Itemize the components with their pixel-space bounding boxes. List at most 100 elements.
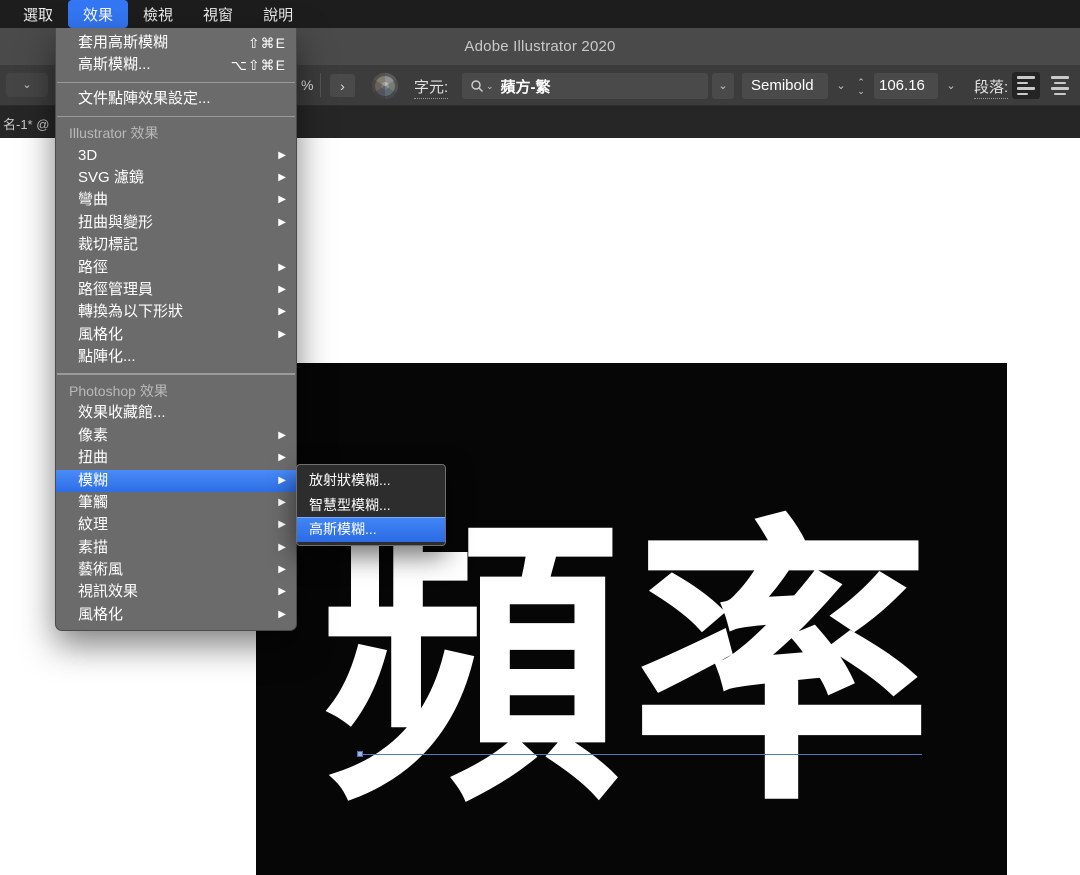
- menubar-item-2[interactable]: 檢視: [128, 0, 188, 28]
- chevron-down-icon: ⌄: [22, 78, 32, 91]
- menu-item-label: 藝術風: [78, 561, 124, 579]
- menu-item-0[interactable]: 套用高斯模糊 ⇧⌘E: [56, 32, 296, 54]
- artboard-text[interactable]: 頻率: [256, 363, 1007, 875]
- menu-item-11[interactable]: 路徑 ▶: [56, 257, 296, 279]
- menu-item-label: 素描: [78, 538, 109, 556]
- font-size-stepper[interactable]: ⌃ ⌄: [852, 73, 870, 99]
- submenu-arrow-icon: ▶: [278, 564, 286, 576]
- submenu-arrow-icon: ▶: [278, 496, 286, 508]
- menu-item-10[interactable]: 裁切標記: [56, 234, 296, 256]
- menubar-item-4[interactable]: 說明: [248, 0, 308, 28]
- menu-item-13[interactable]: 轉換為以下形狀 ▶: [56, 301, 296, 323]
- menu-item-label: 轉換為以下形狀: [78, 303, 184, 321]
- submenu-arrow-icon: ▶: [278, 306, 286, 318]
- font-size-value: 106.16: [879, 77, 925, 94]
- blur-submenu: 放射狀模糊... 智慧型模糊... 高斯模糊...: [296, 464, 446, 546]
- submenu-arrow-icon: ▶: [278, 194, 286, 206]
- menu-separator: [57, 373, 295, 375]
- submenu-arrow-icon: ▶: [278, 586, 286, 598]
- submenu-arrow-icon: ▶: [278, 519, 286, 531]
- menubar-item-1[interactable]: 效果: [68, 0, 129, 28]
- menu-item-26[interactable]: 視訊效果 ▶: [56, 581, 296, 603]
- menu-item-8[interactable]: 彎曲 ▶: [56, 189, 296, 211]
- menu-item-14[interactable]: 風格化 ▶: [56, 324, 296, 346]
- chevron-right-icon: ›: [340, 77, 345, 94]
- menubar: 選取 效果 檢視 視窗 說明: [0, 0, 1080, 28]
- font-style-input[interactable]: Semibold: [742, 73, 828, 99]
- anchor-point[interactable]: [357, 751, 363, 757]
- artboard[interactable]: 頻率: [256, 363, 1007, 875]
- submenu-item-1[interactable]: 智慧型模糊...: [297, 493, 445, 518]
- window-title: Adobe Illustrator 2020: [464, 38, 616, 55]
- submenu-item-2[interactable]: 高斯模糊...: [297, 517, 445, 542]
- illustrator-window: 選取 效果 檢視 視窗 說明 Adobe Illustrator 2020 ⌄ % › …: [0, 0, 1080, 875]
- menu-item-22[interactable]: 筆觸 ▶: [56, 492, 296, 514]
- text-baseline-selection[interactable]: [360, 754, 922, 755]
- paragraph-panel-link[interactable]: 段落:: [974, 76, 1009, 99]
- menu-item-15[interactable]: 點陣化...: [56, 346, 296, 368]
- menu-item-label: 像素: [78, 426, 109, 444]
- align-left-icon[interactable]: [1012, 72, 1040, 99]
- character-panel-link[interactable]: 字元:: [414, 76, 449, 99]
- menubar-item-0[interactable]: 選取: [8, 0, 68, 28]
- menu-item-label: 風格化: [78, 605, 124, 623]
- align-center-icon[interactable]: [1046, 72, 1074, 99]
- menu-item-shortcut: ⌥⇧⌘E: [230, 57, 286, 74]
- menu-section-header: Photoshop 效果: [69, 382, 168, 399]
- submenu-arrow-icon: ▶: [278, 149, 286, 161]
- menu-item-label: 套用高斯模糊: [78, 34, 169, 51]
- font-size-input[interactable]: 106.16: [874, 73, 938, 99]
- menu-item-label: 視訊效果: [78, 583, 139, 601]
- menu-item-label: SVG 濾鏡: [78, 168, 144, 186]
- submenu-arrow-icon: ▶: [278, 608, 286, 620]
- menu-item-label: 點陣化...: [78, 348, 136, 366]
- effects-menu: 套用高斯模糊 ⇧⌘E 高斯模糊... ⌥⇧⌘E 文件點陣效果設定... Illustrat…: [55, 28, 297, 632]
- menu-section-header: Illustrator 效果: [69, 125, 159, 142]
- menu-item-9[interactable]: 扭曲與變形 ▶: [56, 212, 296, 234]
- opacity-percent-suffix: %: [301, 77, 314, 93]
- menu-item-label: 紋理: [78, 516, 109, 534]
- menu-item-21[interactable]: 模糊 ▶: [56, 469, 296, 492]
- menu-item-label: 扭曲與變形: [78, 213, 154, 231]
- expand-options-button[interactable]: ›: [330, 74, 355, 97]
- font-style-value: Semibold: [751, 77, 814, 94]
- menu-item-25[interactable]: 藝術風 ▶: [56, 559, 296, 581]
- menu-separator: [57, 115, 295, 118]
- menu-item-18[interactable]: 效果收藏館...: [56, 402, 296, 424]
- menu-item-label: 高斯模糊...: [78, 56, 151, 74]
- font-size-dropdown-button[interactable]: ⌄: [942, 75, 960, 97]
- menu-item-7[interactable]: SVG 濾鏡 ▶: [56, 167, 296, 189]
- font-family-input[interactable]: ⌄ 蘋方-繁: [462, 73, 708, 99]
- chevron-down-icon: ⌄: [836, 79, 846, 92]
- menu-item-24[interactable]: 素描 ▶: [56, 537, 296, 559]
- menu-item-6[interactable]: 3D ▶: [56, 145, 296, 167]
- font-family-dropdown-button[interactable]: ⌄: [712, 73, 734, 99]
- menu-item-20[interactable]: 扭曲 ▶: [56, 447, 296, 469]
- menubar-item-3[interactable]: 視窗: [188, 0, 248, 28]
- menu-item-27[interactable]: 風格化 ▶: [56, 604, 296, 626]
- search-icon: [471, 80, 483, 92]
- submenu-arrow-icon: ▶: [278, 216, 286, 228]
- menu-item-3[interactable]: 文件點陣效果設定...: [56, 88, 296, 110]
- tool-preset-dropdown[interactable]: ⌄: [6, 73, 48, 97]
- submenu-arrow-icon: ▶: [278, 283, 286, 295]
- menu-item-label: 效果收藏館...: [78, 404, 166, 422]
- submenu-item-0[interactable]: 放射狀模糊...: [297, 468, 445, 493]
- chevron-down-icon: ⌄: [718, 79, 728, 92]
- menu-item-label: 彎曲: [78, 191, 109, 209]
- chevron-down-icon: ⌄: [857, 85, 865, 96]
- submenu-arrow-icon: ▶: [278, 261, 286, 273]
- menu-item-1[interactable]: 高斯模糊... ⌥⇧⌘E: [56, 54, 296, 76]
- color-wheel-icon[interactable]: [372, 73, 398, 99]
- menu-item-label: 筆觸: [78, 493, 109, 511]
- menu-item-label: 扭曲: [78, 449, 109, 467]
- submenu-arrow-icon: ▶: [278, 429, 286, 441]
- font-style-dropdown-button[interactable]: ⌄: [832, 75, 850, 97]
- menu-item-label: 文件點陣效果設定...: [78, 90, 211, 108]
- menu-item-label: 風格化: [78, 325, 124, 343]
- menu-item-12[interactable]: 路徑管理員 ▶: [56, 279, 296, 301]
- document-tab[interactable]: 名-1* @: [3, 114, 49, 133]
- menu-item-label: 裁切標記: [78, 236, 139, 254]
- menu-item-19[interactable]: 像素 ▶: [56, 425, 296, 447]
- menu-item-23[interactable]: 紋理 ▶: [56, 514, 296, 536]
